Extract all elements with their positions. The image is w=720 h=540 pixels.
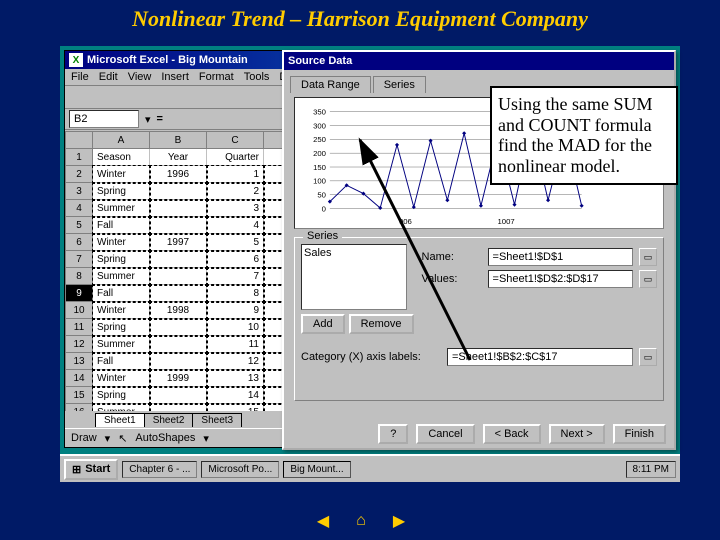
name-label: Name: [422, 251, 482, 263]
range-picker-icon[interactable]: ▭ [639, 270, 657, 288]
svg-text:0: 0 [322, 204, 326, 213]
catx-field[interactable]: =Sheet1!$B$2:$C$17 [447, 348, 633, 366]
autoshapes-menu[interactable]: AutoShapes [135, 432, 195, 444]
excel-icon: X [69, 53, 83, 67]
menu-edit[interactable]: Edit [99, 71, 118, 83]
catx-label: Category (X) axis labels: [301, 351, 441, 363]
task-word[interactable]: Chapter 6 - ... [122, 461, 197, 478]
finish-button[interactable]: Finish [613, 424, 666, 444]
svg-text:50: 50 [317, 191, 326, 200]
svg-text:006: 006 [399, 217, 412, 226]
arrow-icon[interactable]: ↖ [118, 432, 127, 445]
tab-sheet2[interactable]: Sheet2 [144, 413, 194, 427]
start-label: Start [85, 463, 110, 475]
add-button[interactable]: Add [301, 314, 345, 334]
menu-file[interactable]: File [71, 71, 89, 83]
menu-format[interactable]: Format [199, 71, 234, 83]
series-listbox[interactable]: Sales [301, 244, 407, 310]
range-picker-icon[interactable]: ▭ [639, 348, 657, 366]
series-label: Series [303, 230, 342, 242]
slide-nav: ◀ ⌂ ▶ [310, 510, 412, 532]
task-powerpoint[interactable]: Microsoft Po... [201, 461, 279, 478]
home-button[interactable]: ⌂ [348, 510, 374, 532]
help-button[interactable]: ? [378, 424, 408, 444]
task-excel[interactable]: Big Mount... [283, 461, 350, 478]
wizard-titlebar: Source Data [284, 52, 674, 70]
wizard-title: Source Data [288, 55, 352, 67]
svg-text:1007: 1007 [498, 217, 515, 226]
svg-text:300: 300 [313, 121, 326, 130]
svg-text:250: 250 [313, 135, 326, 144]
tab-sheet1[interactable]: Sheet1 [95, 413, 145, 427]
draw-menu[interactable]: Draw [71, 432, 97, 444]
svg-text:200: 200 [313, 149, 326, 158]
name-box[interactable]: B2 [69, 110, 139, 128]
range-picker-icon[interactable]: ▭ [639, 248, 657, 266]
callout: Using the same SUM and COUNT formula fin… [490, 86, 678, 185]
windows-icon: ⊞ [72, 463, 81, 476]
menu-view[interactable]: View [128, 71, 152, 83]
menu-tools[interactable]: Tools [244, 71, 270, 83]
equals-label: = [157, 113, 163, 125]
svg-text:100: 100 [313, 177, 326, 186]
dropdown-icon[interactable]: ▾ [145, 113, 151, 126]
remove-button[interactable]: Remove [349, 314, 414, 334]
svg-text:150: 150 [313, 163, 326, 172]
prev-slide-button[interactable]: ◀ [310, 510, 336, 532]
values-label: Values: [422, 273, 482, 285]
svg-text:350: 350 [313, 108, 326, 117]
cancel-button[interactable]: Cancel [416, 424, 474, 444]
back-button[interactable]: < Back [483, 424, 541, 444]
tab-data-range[interactable]: Data Range [290, 76, 371, 93]
name-field[interactable]: =Sheet1!$D$1 [488, 248, 633, 266]
start-button[interactable]: ⊞ Start [64, 459, 118, 480]
series-group: Series Sales Add Remove Name: [294, 237, 664, 401]
taskbar[interactable]: ⊞ Start Chapter 6 - ... Microsoft Po... … [60, 454, 680, 482]
tab-series[interactable]: Series [373, 76, 426, 93]
next-slide-button[interactable]: ▶ [386, 510, 412, 532]
values-field[interactable]: =Sheet1!$D$2:$D$17 [488, 270, 633, 288]
slide-title: Nonlinear Trend – Harrison Equipment Com… [0, 0, 720, 42]
tab-sheet3[interactable]: Sheet3 [192, 413, 242, 427]
next-button[interactable]: Next > [549, 424, 605, 444]
sheet-tabs[interactable]: Sheet1 Sheet2 Sheet3 [65, 411, 241, 429]
clock: 8:11 PM [626, 461, 677, 478]
excel-title: Microsoft Excel - Big Mountain [87, 54, 248, 66]
menu-insert[interactable]: Insert [161, 71, 189, 83]
